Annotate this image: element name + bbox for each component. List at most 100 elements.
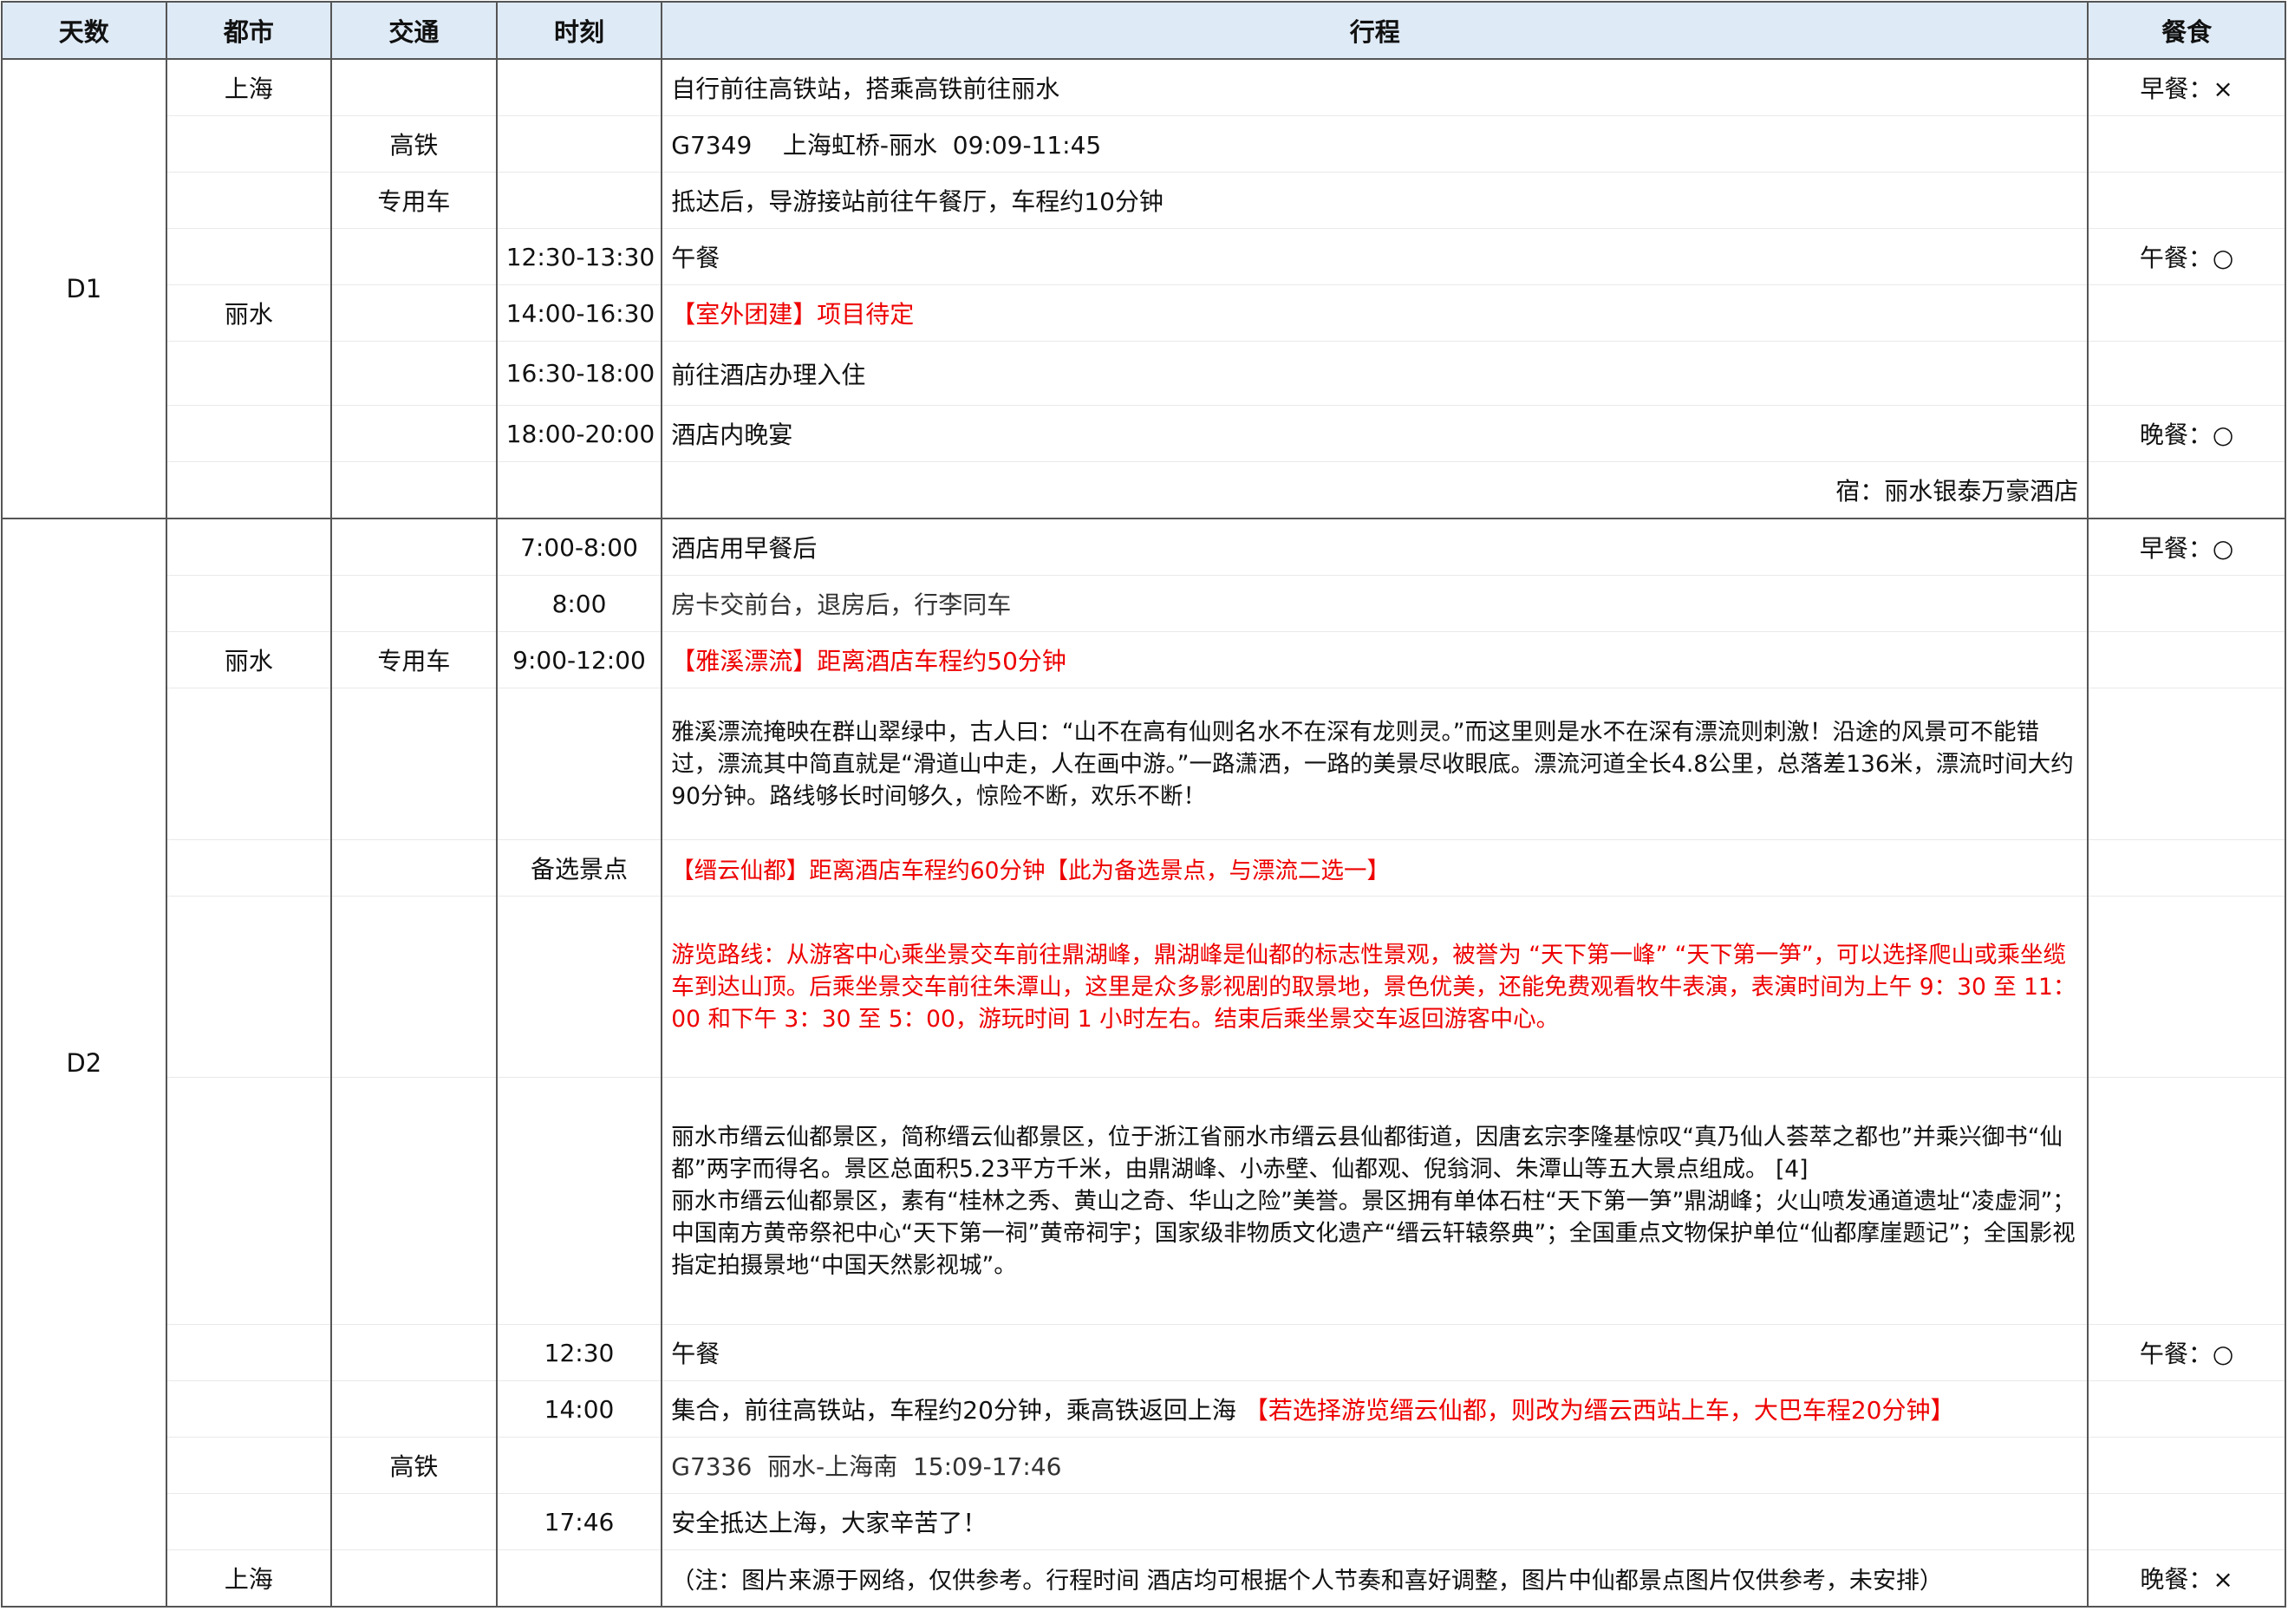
city-cell [165, 575, 333, 632]
table-row: 专用车 抵达后，导游接站前往午餐厅，车程约10分钟 [2, 172, 2286, 229]
time-cell: 7:00-8:00 [495, 518, 663, 576]
itinerary-cell: 集合，前往高铁站，车程约20分钟，乘高铁返回上海 【若选择游览缙云仙都，则改为缙… [661, 1380, 2089, 1438]
city-cell [165, 688, 333, 840]
transport-cell: 高铁 [330, 1437, 498, 1494]
transport-cell [330, 688, 498, 840]
meal-cell [2087, 461, 2286, 519]
table-row: 备选景点 【缙云仙都】距离酒店车程约60分钟【此为备选景点，与漂流二选一】 [2, 839, 2286, 897]
transport-cell [330, 1077, 498, 1325]
table-row: 12:30-13:30 午餐 午餐：○ [2, 228, 2286, 285]
meal-cell: 早餐：× [2087, 58, 2286, 116]
table-row: D1 上海 自行前往高铁站，搭乘高铁前往丽水 早餐：× [1, 58, 2286, 519]
itinerary-cell: 午餐 [661, 1324, 2089, 1381]
meal-cell: 晚餐：× [2087, 1549, 2286, 1608]
itinerary-cell: 【雅溪漂流】距离酒店车程约50分钟 [661, 631, 2089, 688]
meal-cell [2087, 1437, 2286, 1494]
rafting-description: 雅溪漂流掩映在群山翠绿中，古人曰：“山不在高有仙则名水不在深有龙则灵。”而这里则… [661, 688, 2089, 840]
itinerary-cell: 自行前往高铁站，搭乘高铁前往丽水 [661, 58, 2089, 116]
city-cell: 丽水 [165, 631, 333, 688]
table-row: 18:00-20:00 酒店内晚宴 晚餐：○ [2, 405, 2286, 462]
table-row: 丽水 专用车 9:00-12:00 【雅溪漂流】距离酒店车程约50分钟 [2, 631, 2286, 688]
city-cell [165, 341, 333, 406]
meal-cell [2087, 1077, 2286, 1325]
itinerary-cell: 酒店用早餐后 [661, 518, 2089, 576]
meal-cell [2087, 631, 2286, 688]
time-cell: 16:30-18:00 [495, 341, 663, 406]
city-cell [165, 1437, 333, 1494]
itinerary-cell: 【缙云仙都】距离酒店车程约60分钟【此为备选景点，与漂流二选一】 [661, 839, 2089, 897]
transport-cell: 专用车 [330, 631, 498, 688]
meal-cell [2087, 575, 2286, 632]
itinerary-cell: 【室外团建】项目待定 [661, 284, 2089, 342]
city-cell [165, 1380, 333, 1438]
city-cell: 上海 [165, 58, 333, 116]
time-cell: 9:00-12:00 [495, 631, 663, 688]
meal-cell: 午餐：○ [2087, 1324, 2286, 1381]
transport-cell [330, 1380, 498, 1438]
transport-cell: 高铁 [330, 115, 498, 173]
table-row: D2 7:00-8:00 酒店用早餐后 早餐：○ [1, 518, 2286, 1608]
transport-cell [330, 1324, 498, 1381]
time-cell: 12:30-13:30 [495, 228, 663, 285]
city-cell [165, 172, 333, 229]
table-row: 宿：丽水银泰万豪酒店 [2, 461, 2286, 519]
meal-cell: 午餐：○ [2087, 228, 2286, 285]
time-cell [495, 172, 663, 229]
table-row: 12:30 午餐 午餐：○ [2, 1324, 2286, 1381]
table-row: 上海 （注：图片来源于网络，仅供参考。行程时间 酒店均可根据个人节奏和喜好调整，… [2, 1549, 2286, 1608]
time-cell [495, 1077, 663, 1325]
itinerary-cell: G7349 上海虹桥-丽水 09:09-11:45 [661, 115, 2089, 173]
header-meal: 餐食 [2087, 1, 2286, 60]
city-cell [165, 405, 333, 462]
meal-cell [2087, 115, 2286, 173]
meal-cell: 晚餐：○ [2087, 405, 2286, 462]
route-description: 游览路线：从游客中心乘坐景交车前往鼎湖峰，鼎湖峰是仙都的标志性景观，被誉为 “天… [661, 896, 2089, 1078]
transport-cell [330, 896, 498, 1078]
table-row: 17:46 安全抵达上海，大家辛苦了！ [2, 1493, 2286, 1550]
city-cell [165, 228, 333, 285]
table-row: 雅溪漂流掩映在群山翠绿中，古人曰：“山不在高有仙则名水不在深有龙则灵。”而这里则… [2, 688, 2286, 840]
time-cell [495, 896, 663, 1078]
table-row: 高铁 G7349 上海虹桥-丽水 09:09-11:45 [2, 115, 2286, 173]
transport-cell [330, 58, 498, 116]
meal-cell [2087, 839, 2286, 897]
meal-cell [2087, 341, 2286, 406]
table-row: 高铁 G7336 丽水-上海南 15:09-17:46 [2, 1437, 2286, 1494]
itinerary-cell: 前往酒店办理入住 [661, 341, 2089, 406]
time-cell: 17:46 [495, 1493, 663, 1550]
meal-cell [2087, 896, 2286, 1078]
time-cell: 18:00-20:00 [495, 405, 663, 462]
city-cell: 丽水 [165, 284, 333, 342]
time-cell [495, 1549, 663, 1608]
itinerary-cell: G7336 丽水-上海南 15:09-17:46 [661, 1437, 2089, 1494]
city-cell [165, 839, 333, 897]
header-time: 时刻 [495, 1, 663, 60]
time-cell: 14:00-16:30 [495, 284, 663, 342]
itinerary-alert: 【若选择游览缙云仙都，则改为缙云西站上车，大巴车程20分钟】 [1243, 1396, 1955, 1425]
table-row: 8:00 房卡交前台，退房后，行李同车 [2, 575, 2286, 632]
city-cell [165, 461, 333, 519]
meal-cell [2087, 172, 2286, 229]
city-cell [165, 518, 333, 576]
transport-cell [330, 518, 498, 576]
table-row: 丽水市缙云仙都景区，简称缙云仙都景区，位于浙江省丽水市缙云县仙都街道，因唐玄宗李… [2, 1077, 2286, 1325]
city-cell: 上海 [165, 1549, 333, 1608]
city-cell [165, 1324, 333, 1381]
itinerary-cell: 酒店内晚宴 [661, 405, 2089, 462]
disclaimer-note: （注：图片来源于网络，仅供参考。行程时间 酒店均可根据个人节奏和喜好调整，图片中… [661, 1549, 2089, 1608]
city-cell [165, 1493, 333, 1550]
time-cell [495, 1437, 663, 1494]
meal-cell: 早餐：○ [2087, 518, 2286, 576]
table-row: 游览路线：从游客中心乘坐景交车前往鼎湖峰，鼎湖峰是仙都的标志性景观，被誉为 “天… [2, 896, 2286, 1078]
itinerary-cell: 抵达后，导游接站前往午餐厅，车程约10分钟 [661, 172, 2089, 229]
transport-cell [330, 839, 498, 897]
header-row: 天数 都市 交通 时刻 行程 餐食 [1, 1, 2286, 60]
time-cell [495, 688, 663, 840]
table-row: 丽水 14:00-16:30 【室外团建】项目待定 [2, 284, 2286, 342]
itinerary-cell: 房卡交前台，退房后，行李同车 [661, 575, 2089, 632]
scenic-paragraph-1: 丽水市缙云仙都景区，简称缙云仙都景区，位于浙江省丽水市缙云县仙都街道，因唐玄宗李… [671, 1123, 2063, 1183]
itinerary-text: 集合，前往高铁站，车程约20分钟，乘高铁返回上海 [671, 1396, 1244, 1425]
transport-cell: 专用车 [330, 172, 498, 229]
time-cell [495, 115, 663, 173]
table-row: 14:00 集合，前往高铁站，车程约20分钟，乘高铁返回上海 【若选择游览缙云仙… [2, 1380, 2286, 1438]
